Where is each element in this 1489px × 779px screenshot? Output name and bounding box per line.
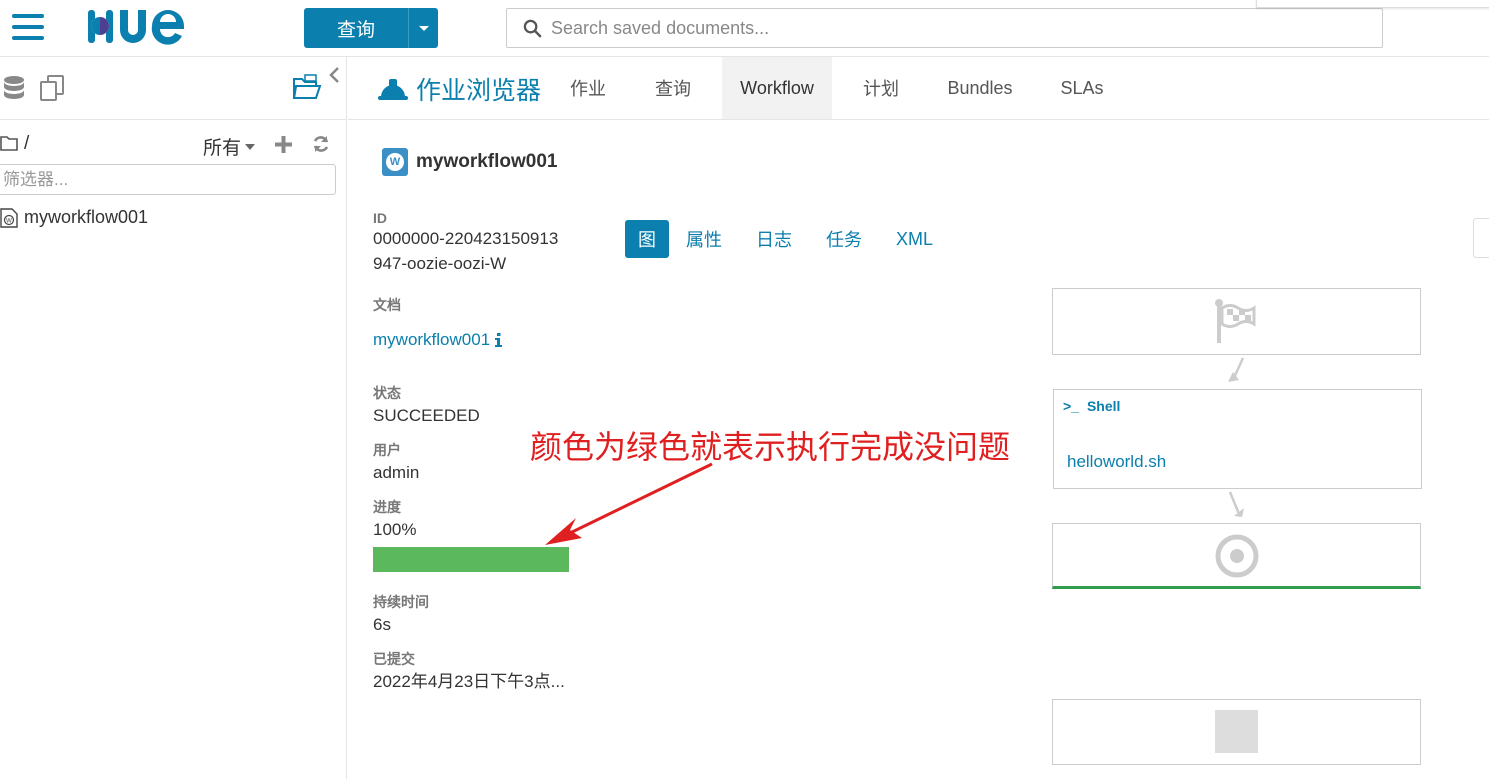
- plus-icon[interactable]: [275, 136, 292, 153]
- progress-bar-fill: [373, 547, 569, 572]
- query-button-group: 查询: [304, 8, 438, 48]
- query-button[interactable]: 查询: [304, 8, 408, 48]
- sidebar-item-label: myworkflow001: [24, 207, 149, 227]
- tab-bundles[interactable]: Bundles: [938, 57, 1022, 119]
- left-assist-panel: / 所有 W myworkflow001: [0, 57, 347, 779]
- subtab-properties[interactable]: 属性: [669, 220, 739, 258]
- job-browser-title: 作业浏览器: [378, 71, 541, 107]
- graph-arrow-down-icon: [1228, 491, 1244, 517]
- id-value-line2: 947-oozie-oozi-W: [373, 254, 507, 273]
- assist-path-bar: / 所有: [0, 133, 340, 160]
- hard-hat-icon: [378, 79, 408, 100]
- submitted-label: 已提交: [373, 651, 415, 667]
- top-bar: 查询: [0, 0, 1489, 57]
- workflow-name: myworkflow001: [416, 151, 558, 172]
- tab-jobs[interactable]: 作业: [552, 57, 624, 119]
- annotation-arrow: [545, 462, 713, 545]
- workflow-title: W myworkflow001: [382, 148, 558, 176]
- assist-panel-icons: [0, 57, 347, 120]
- id-label: ID: [373, 210, 387, 226]
- tab-workflow[interactable]: Workflow: [722, 57, 832, 119]
- refresh-icon[interactable]: [312, 135, 330, 153]
- menu-icon[interactable]: [12, 14, 44, 40]
- workflow-properties-lower: 持续时间 6s 已提交 2022年4月23日下午3点...: [373, 592, 583, 694]
- bullseye-icon: [1215, 534, 1259, 578]
- shell-script-link[interactable]: helloworld.sh: [1067, 452, 1166, 472]
- flag-checkered-icon: [1215, 299, 1256, 343]
- progress-bar: [373, 547, 569, 572]
- folder-icon[interactable]: [0, 135, 18, 151]
- user-menu-dropdown: [1256, 0, 1489, 8]
- workflow-subtabs: 图 属性 日志 任务 XML: [625, 220, 950, 258]
- svg-text:W: W: [6, 218, 12, 224]
- graph-end-node[interactable]: [1052, 523, 1421, 589]
- caret-down-icon: [245, 143, 256, 150]
- graph-kill-node[interactable]: [1052, 699, 1421, 765]
- job-browser-title-text: 作业浏览器: [416, 77, 542, 105]
- duration-label: 持续时间: [373, 594, 429, 610]
- tab-schedules[interactable]: 计划: [845, 57, 917, 119]
- job-browser-header: 作业浏览器 作业 查询 Workflow 计划 Bundles SLAs: [348, 57, 1489, 120]
- subtab-graph[interactable]: 图: [625, 220, 669, 258]
- tab-slas[interactable]: SLAs: [1048, 57, 1116, 119]
- documents-icon[interactable]: [39, 75, 65, 101]
- sidebar-item-myworkflow001[interactable]: W myworkflow001: [0, 207, 148, 228]
- workflow-file-icon: W: [0, 207, 18, 228]
- shell-node-header: >_ Shell: [1063, 398, 1120, 414]
- status-label: 状态: [373, 385, 401, 401]
- hue-logo[interactable]: [86, 6, 210, 48]
- stop-icon: [1215, 710, 1258, 753]
- terminal-icon: >_: [1063, 398, 1079, 414]
- duration-value: 6s: [373, 615, 391, 634]
- query-dropdown-toggle[interactable]: [408, 8, 438, 48]
- graph-start-node[interactable]: [1052, 288, 1421, 355]
- assist-filter-field: [0, 164, 336, 195]
- tab-queries[interactable]: 查询: [637, 57, 709, 119]
- filter-type-dropdown[interactable]: 所有: [203, 133, 256, 160]
- graph-arrow-down-icon: [1228, 357, 1245, 382]
- current-path[interactable]: /: [24, 133, 29, 155]
- filter-type-label: 所有: [203, 138, 242, 159]
- doc-link[interactable]: myworkflow001: [373, 330, 490, 350]
- search-icon: [523, 19, 542, 37]
- search-input[interactable]: [551, 17, 1351, 39]
- subtab-xml[interactable]: XML: [879, 220, 950, 258]
- collapse-panel-icon[interactable]: [327, 66, 341, 84]
- subtab-logs[interactable]: 日志: [739, 220, 809, 258]
- graph-shell-node[interactable]: >_ Shell helloworld.sh: [1053, 389, 1422, 489]
- caret-down-icon: [418, 25, 429, 31]
- search-box: [506, 8, 1383, 48]
- assist-filter-input[interactable]: [0, 165, 329, 194]
- subtab-tasks[interactable]: 任务: [809, 220, 879, 258]
- folder-open-icon[interactable]: [292, 73, 322, 101]
- info-icon[interactable]: [495, 333, 503, 347]
- shell-node-type: Shell: [1086, 398, 1121, 414]
- id-value-line1: 0000000-220423150913: [373, 229, 559, 248]
- submitted-value: 2022年4月23日下午3点...: [373, 672, 565, 691]
- side-action-button[interactable]: [1473, 218, 1489, 258]
- workflow-badge-icon: W: [382, 148, 408, 176]
- database-icon[interactable]: [3, 75, 25, 101]
- doc-label: 文档: [373, 297, 401, 313]
